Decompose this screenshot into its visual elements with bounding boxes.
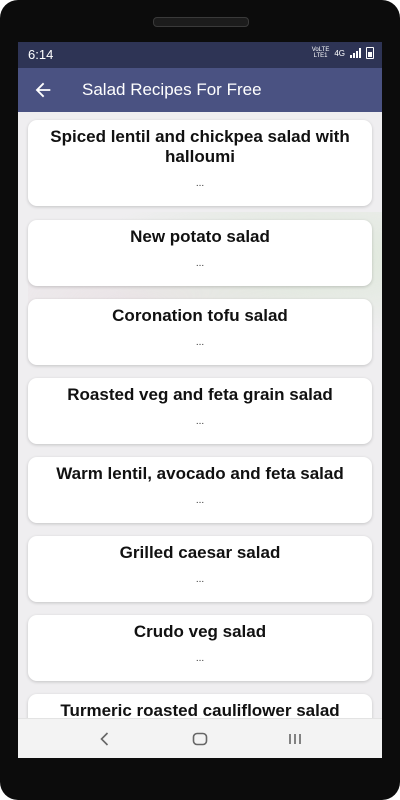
recipe-title: New potato salad bbox=[130, 227, 270, 246]
recipe-title: Grilled caesar salad bbox=[119, 543, 281, 562]
arrow-left-icon[interactable] bbox=[32, 79, 54, 101]
app-title: Salad Recipes For Free bbox=[82, 80, 262, 99]
recipe-snippet: ... bbox=[195, 178, 205, 189]
network-type: 4G bbox=[334, 48, 345, 58]
recipe-card[interactable]: Grilled caesar salad ... bbox=[28, 536, 372, 602]
recipe-title: Crudo veg salad bbox=[133, 622, 267, 641]
recipe-title: Warm lentil, avocado and feta salad bbox=[56, 464, 344, 483]
status-time: 6:14 bbox=[28, 47, 54, 62]
recipe-snippet: ... bbox=[195, 653, 205, 664]
recipe-title: Spiced lentil and chickpea salad with ha… bbox=[50, 127, 350, 166]
app-bar: Salad Recipes For Free bbox=[18, 68, 382, 112]
status-bar: 6:14 VoLTE LTE1 4G bbox=[18, 42, 382, 68]
recents-icon[interactable] bbox=[285, 729, 305, 749]
screen: 6:14 VoLTE LTE1 4G Salad Recipes For Fre… bbox=[18, 42, 382, 758]
status-icons: VoLTE LTE1 4G bbox=[312, 47, 374, 59]
recipe-card[interactable]: Roasted veg and feta grain salad ... bbox=[28, 378, 372, 444]
recipe-snippet: ... bbox=[195, 416, 205, 427]
signal-icon bbox=[350, 48, 361, 58]
recipe-snippet: ... bbox=[195, 258, 205, 269]
recipe-card[interactable]: Spiced lentil and chickpea salad with ha… bbox=[28, 120, 372, 206]
back-chevron-icon[interactable] bbox=[95, 729, 115, 749]
recipe-card[interactable]: Coronation tofu salad ... bbox=[28, 299, 372, 365]
speaker-grille bbox=[153, 17, 249, 27]
recipe-card[interactable]: New potato salad ... bbox=[28, 220, 372, 286]
recipe-snippet: ... bbox=[195, 337, 205, 348]
recipe-card[interactable]: Crudo veg salad ... bbox=[28, 615, 372, 681]
phone-frame: 6:14 VoLTE LTE1 4G Salad Recipes For Fre… bbox=[0, 0, 400, 800]
recipe-snippet: ... bbox=[195, 495, 205, 506]
volte-indicator: VoLTE LTE1 bbox=[311, 47, 330, 59]
system-nav-bar bbox=[18, 718, 382, 758]
recipe-snippet: ... bbox=[195, 574, 205, 585]
battery-icon bbox=[366, 47, 374, 59]
recipe-title: Coronation tofu salad bbox=[112, 306, 288, 325]
home-icon[interactable] bbox=[190, 729, 210, 749]
recipe-card[interactable]: Warm lentil, avocado and feta salad ... bbox=[28, 457, 372, 523]
recipe-title: Roasted veg and feta grain salad bbox=[67, 385, 333, 404]
